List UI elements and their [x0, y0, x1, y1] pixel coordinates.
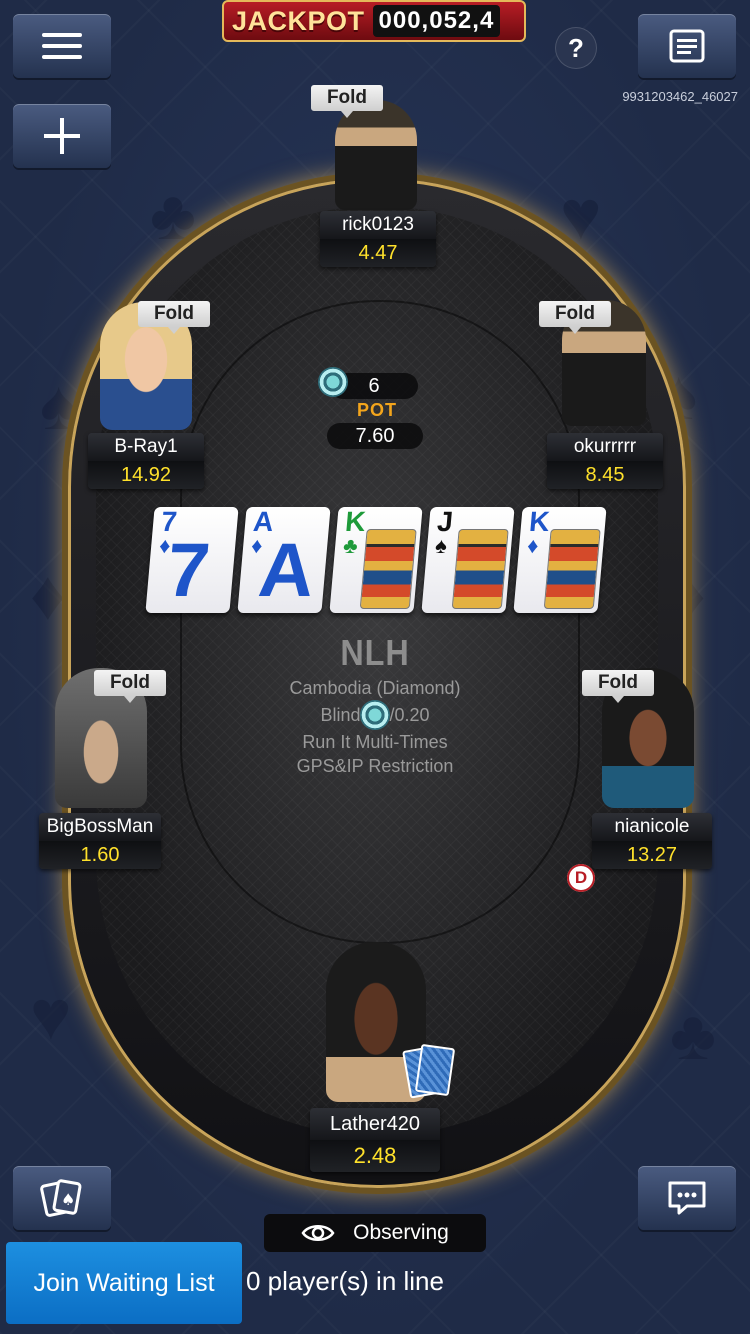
chat-button[interactable]	[638, 1166, 736, 1230]
player-name: rick0123	[320, 211, 436, 239]
eye-icon	[301, 1225, 335, 1241]
rule-gps-ip-restriction: GPS&IP Restriction	[296, 756, 454, 776]
king-face-art	[543, 529, 601, 609]
board-card-5: K ♦	[513, 507, 607, 613]
player-name: nianicole	[592, 813, 712, 841]
help-button[interactable]: ?	[555, 27, 597, 69]
player-name: okurrrrr	[547, 433, 663, 461]
pot-amount: 7.60	[327, 423, 423, 449]
seat-bottom-nameplate[interactable]: Lather420 2.48	[310, 1108, 440, 1172]
board-card-2: A ♦ A	[237, 507, 331, 613]
rule-run-it-multi-times: Run It Multi-Times	[302, 732, 448, 752]
board-card-1: 7 ♦ 7	[145, 507, 239, 613]
background-heart-icon: ♥	[30, 976, 72, 1054]
background-heart-icon: ♥	[560, 176, 602, 254]
hand-history-icon	[669, 29, 705, 63]
chat-icon	[668, 1181, 706, 1215]
card-suit: ♦	[526, 533, 540, 558]
background-club-icon: ♣	[670, 996, 716, 1074]
seat-lower-right-nameplate[interactable]: nianicole 13.27	[592, 813, 712, 869]
chip-icon	[360, 700, 390, 730]
background-club-icon: ♣	[150, 176, 196, 254]
jackpot-value: 000,052,4	[372, 5, 501, 37]
menu-button[interactable]	[13, 14, 111, 78]
board-card-4: J ♠	[421, 507, 515, 613]
chip-icon	[318, 367, 348, 397]
join-waiting-list-button[interactable]: Join Waiting List	[6, 1242, 242, 1324]
waiting-list-count: 0 player(s) in line	[246, 1266, 444, 1296]
fold-badge: Fold	[311, 85, 383, 118]
fold-badge: Fold	[94, 670, 166, 703]
svg-text:♠: ♠	[61, 1190, 75, 1209]
player-stack: 2.48	[310, 1140, 440, 1172]
background-diamond-icon: ♦	[30, 556, 66, 634]
player-stack: 8.45	[547, 461, 663, 489]
my-cards-button[interactable]: ♠	[13, 1166, 111, 1230]
player-stack: 13.27	[592, 841, 712, 869]
observing-label: Observing	[353, 1221, 449, 1244]
seat-lower-left-nameplate[interactable]: BigBossMan 1.60	[39, 813, 161, 869]
observing-indicator: Observing	[264, 1214, 486, 1252]
fold-badge: Fold	[582, 670, 654, 703]
card-center-rank: A	[255, 528, 318, 613]
hole-card-back	[414, 1043, 456, 1097]
jack-face-art	[451, 529, 509, 609]
card-center-rank: 7	[163, 528, 214, 613]
table-name: Cambodia (Diamond)	[289, 678, 461, 698]
card-suit: ♣	[342, 533, 359, 558]
pot-label: POT	[356, 400, 397, 420]
player-stack: 14.92	[88, 461, 204, 489]
game-type: NLH	[340, 632, 410, 673]
fold-badge: Fold	[138, 301, 210, 334]
board-card-3: K ♣	[329, 507, 423, 613]
hand-history-button[interactable]	[638, 14, 736, 78]
fold-badge: Fold	[539, 301, 611, 334]
player-name: B-Ray1	[88, 433, 204, 461]
jackpot-label: JACKPOT	[232, 5, 365, 36]
seat-top-nameplate[interactable]: rick0123 4.47	[320, 211, 436, 267]
dealer-button: D	[567, 864, 595, 892]
player-name: Lather420	[310, 1108, 440, 1140]
king-face-art	[359, 529, 417, 609]
table-id: 9931203462_46027	[622, 89, 738, 104]
plus-icon	[44, 118, 80, 154]
hamburger-menu-icon	[42, 33, 82, 59]
seat-upper-right-nameplate[interactable]: okurrrrr 8.45	[547, 433, 663, 489]
seat-upper-left-nameplate[interactable]: B-Ray1 14.92	[88, 433, 204, 489]
player-stack: 4.47	[320, 239, 436, 267]
add-table-button[interactable]	[13, 104, 111, 168]
cards-icon: ♠	[40, 1179, 82, 1217]
background-spade-icon: ♠	[40, 366, 78, 444]
jackpot-banner: JACKPOT 000,052,4	[222, 0, 526, 42]
player-name: BigBossMan	[39, 813, 161, 841]
card-suit: ♠	[434, 533, 449, 558]
player-stack: 1.60	[39, 841, 161, 869]
